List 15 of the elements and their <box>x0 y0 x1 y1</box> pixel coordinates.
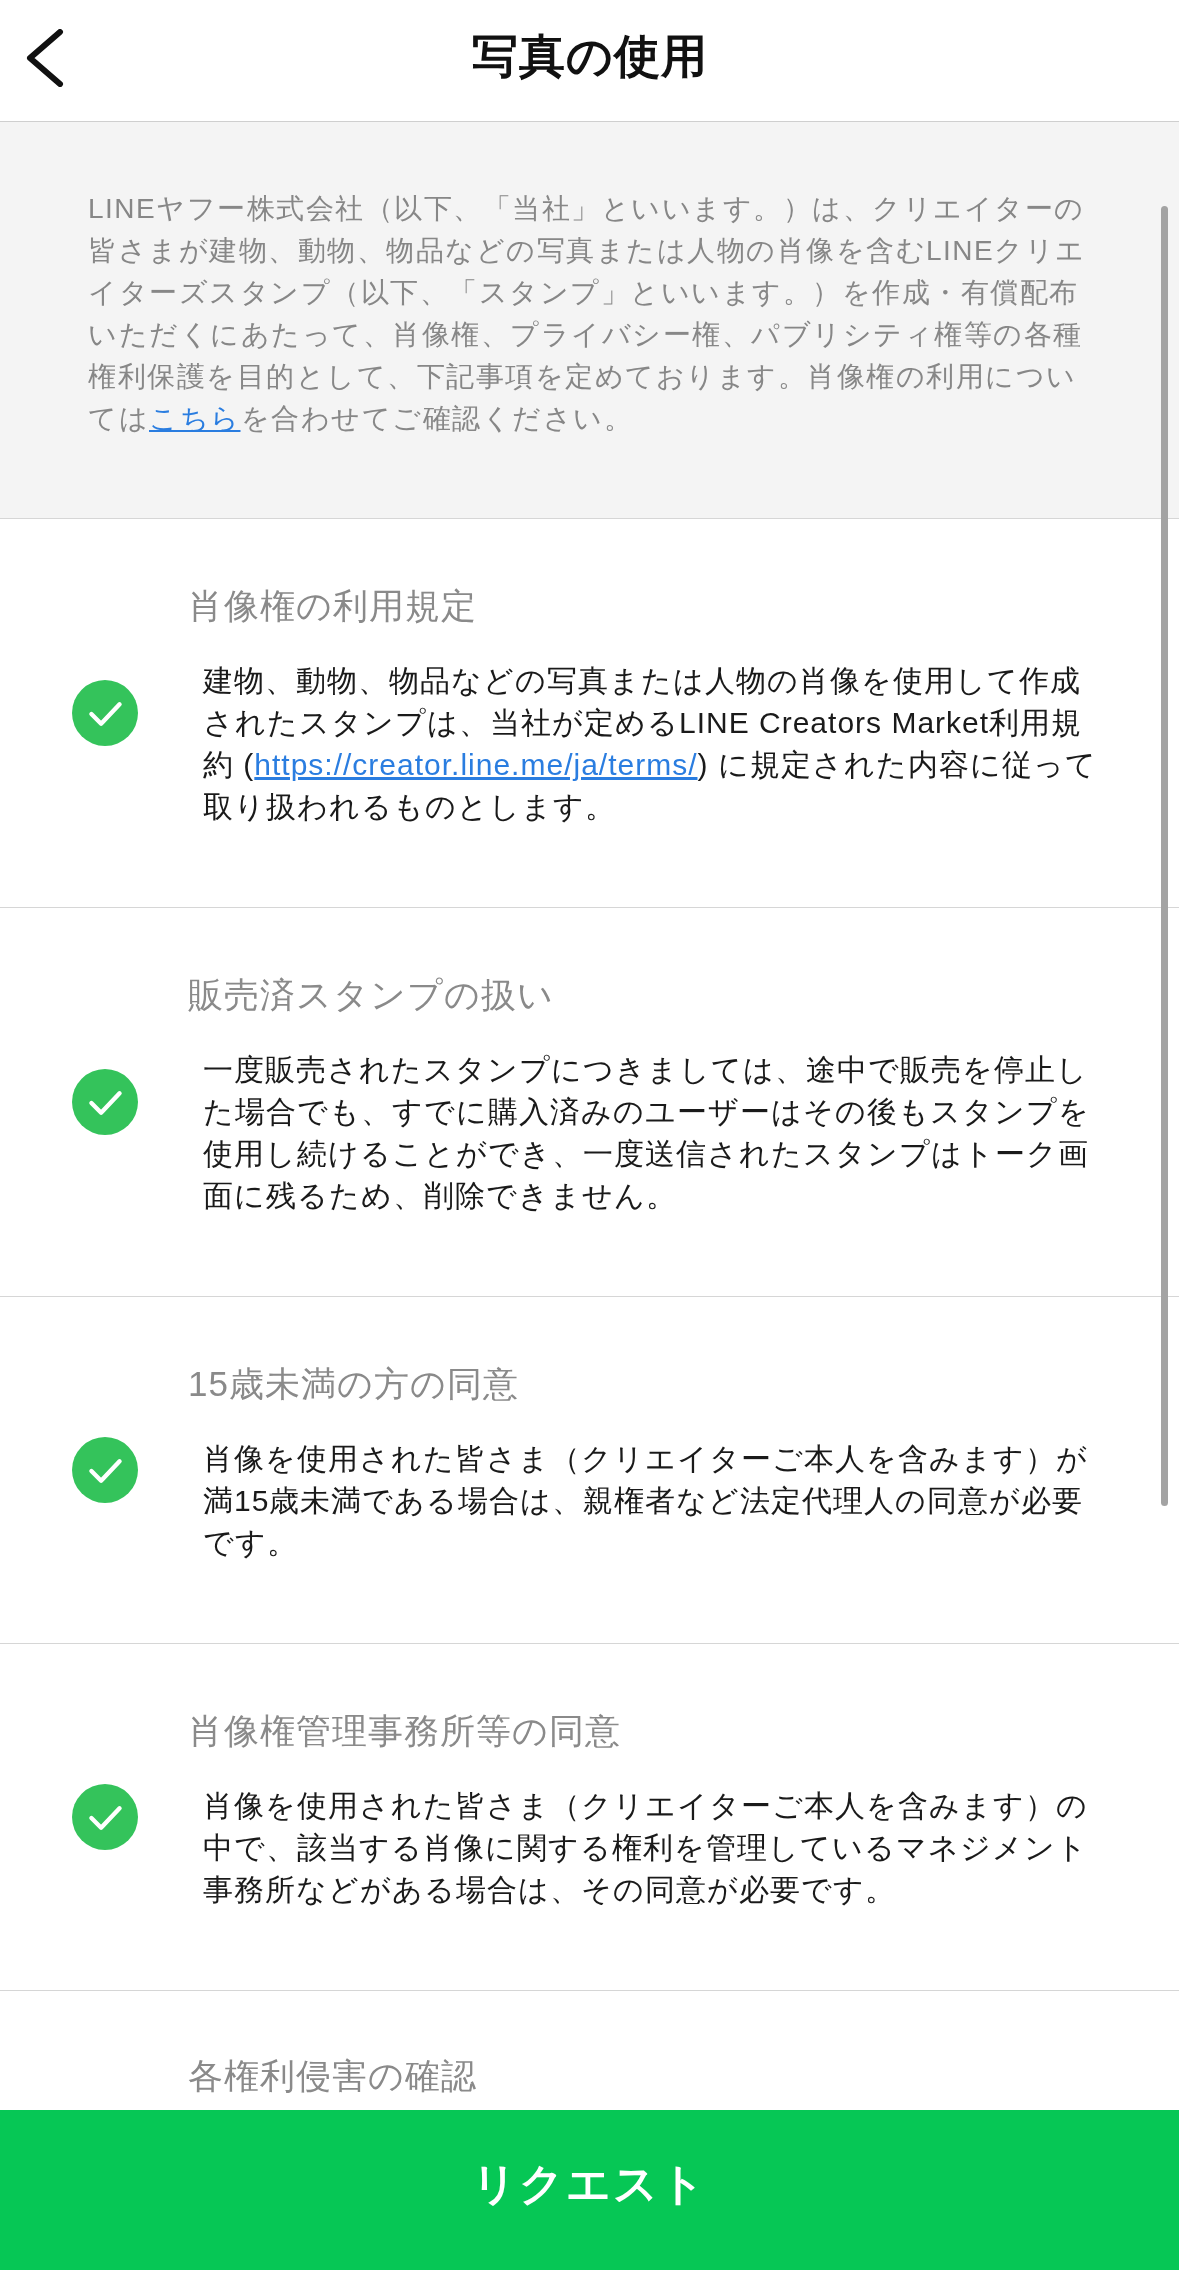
section-text: 建物、動物、物品などの写真または人物の肖像を使用して作成されたスタンプは、当社が定めるLINE Creators Market利用規約 (https://creator.line.me/ja/terms/) に規定された内容に従って取り扱われるものとします。 <box>201 663 1098 825</box>
section-text: 一度販売されたスタンプにつきましては、途中で販売を停止した場合でも、すでに購入済みのユーザーはその後もスタンプを使用し続けることができ、一度送信されたスタンプはトーク画面に残るため、削除できません。 <box>202 1052 1091 1214</box>
link[interactable]: こちら <box>149 403 241 434</box>
chevron-left-icon[interactable] <box>26 28 64 87</box>
section-title: 15歳未満の方の同意 <box>188 1363 520 1405</box>
link[interactable]: https://creator.line.me/ja/terms/ <box>254 748 698 781</box>
section-text: 肖像を使用された皆さま（クリエイターご本人を含みます）の中で、該当する肖像に関する権利を管理しているマネジメント事務所などがある場合は、その同意が必要です。 <box>202 1788 1089 1908</box>
section-text: 肖像を使用された皆さま（クリエイターご本人を含みます）が満15歳未満である場合は、親権者など法定代理人の同意が必要です。 <box>202 1441 1089 1561</box>
section-title: 肖像権管理事務所等の同意 <box>188 1710 622 1752</box>
page-title: 写真の使用 <box>471 28 708 84</box>
section-title: 販売済スタンプの扱い <box>188 974 555 1016</box>
section-title: 肖像権の利用規定 <box>188 585 478 627</box>
intro-text: LINEヤフー株式会社（以下、「当社」といいます。）は、クリエイターの皆さまが建物、動物、物品などの写真または人物の肖像を含むLINEクリエイターズスタンプ（以下、「スタンプ」といいます。）を作成・有償配布いただくにあたって、肖像権、プライバシー権、パブリシティ権等の各種権利保護を目的として、下記事項を定めております。肖像権の利用については こちら を合わせてご確認ください。 <box>88 192 1087 436</box>
request-button[interactable]: リクエスト <box>0 2110 1179 2270</box>
section-title: 各権利侵害の確認 <box>188 2055 478 2097</box>
